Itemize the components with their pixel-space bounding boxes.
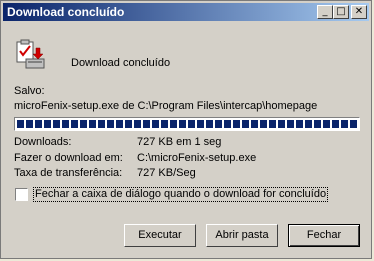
open-folder-button[interactable]: Abrir pasta (206, 224, 278, 247)
download-to-value: C:\microFenix-setup.exe (137, 152, 257, 164)
saved-path: microFenix-setup.exe de C:\Program Files… (14, 100, 318, 112)
close-on-complete-label[interactable]: Fechar a caixa de diálogo quando o downl… (33, 187, 329, 202)
downloads-label: Downloads: (14, 136, 72, 148)
close-on-complete-checkbox[interactable] (15, 188, 28, 201)
run-button[interactable]: Executar (124, 224, 196, 247)
transfer-rate-value: 727 KB/Seg (137, 167, 196, 179)
download-to-label: Fazer o download em: (14, 152, 123, 164)
saved-label: Salvo: (14, 85, 45, 97)
download-progress-fill (17, 120, 357, 128)
download-complete-dialog: Download concluído _ □ ✕ Download conclu… (0, 0, 372, 259)
download-complete-icon (16, 39, 45, 69)
minimize-button[interactable]: _ (317, 5, 333, 19)
transfer-rate-label: Taxa de transferência: (14, 167, 123, 179)
downloads-value: 727 KB em 1 seg (137, 136, 222, 148)
title-bar[interactable]: Download concluído _ □ ✕ (3, 3, 369, 21)
maximize-button[interactable]: □ (333, 5, 349, 19)
download-complete-message: Download concluído (71, 57, 171, 69)
close-button[interactable]: Fechar (288, 224, 360, 247)
close-window-button[interactable]: ✕ (351, 5, 367, 19)
window-title: Download concluído (7, 5, 125, 19)
download-progress-bar (14, 117, 360, 131)
